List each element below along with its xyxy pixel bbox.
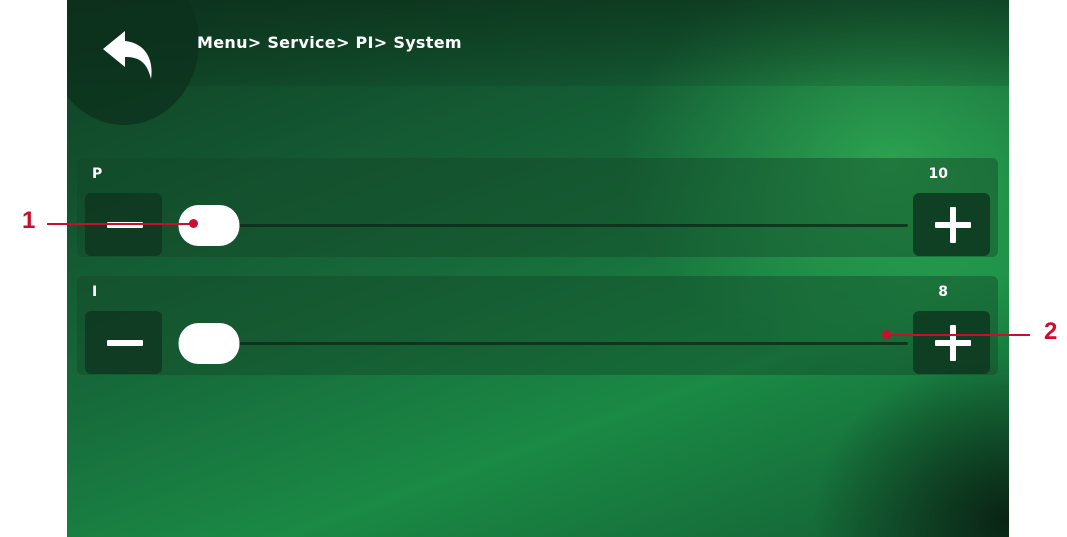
device-screen: Menu> Service> PI> System P 10 I 8 (67, 0, 1009, 537)
slider-value-p: 10 (928, 166, 948, 182)
callout-2-line (888, 334, 1030, 336)
increase-i-button[interactable] (913, 311, 990, 374)
back-arrow-icon[interactable] (97, 27, 163, 87)
callout-1-line (47, 223, 193, 225)
callout-2-label: 2 (1044, 318, 1058, 345)
slider-track-i[interactable] (217, 342, 908, 345)
minus-icon (107, 340, 143, 346)
increase-p-button[interactable] (913, 193, 990, 256)
callout-2-dot (882, 330, 891, 339)
slider-value-i: 8 (938, 284, 948, 300)
callout-1-label: 1 (22, 207, 36, 234)
breadcrumb: Menu> Service> PI> System (197, 33, 462, 52)
slider-thumb-i[interactable] (178, 323, 240, 364)
slider-row-i: I 8 (77, 276, 998, 375)
decrease-i-button[interactable] (85, 311, 162, 374)
slider-thumb-p[interactable] (178, 205, 240, 246)
slider-label-p: P (92, 166, 103, 182)
slider-track-p[interactable] (217, 224, 908, 227)
callout-1-dot (189, 219, 198, 228)
slider-label-i: I (92, 284, 98, 300)
slider-row-p: P 10 (77, 158, 998, 257)
